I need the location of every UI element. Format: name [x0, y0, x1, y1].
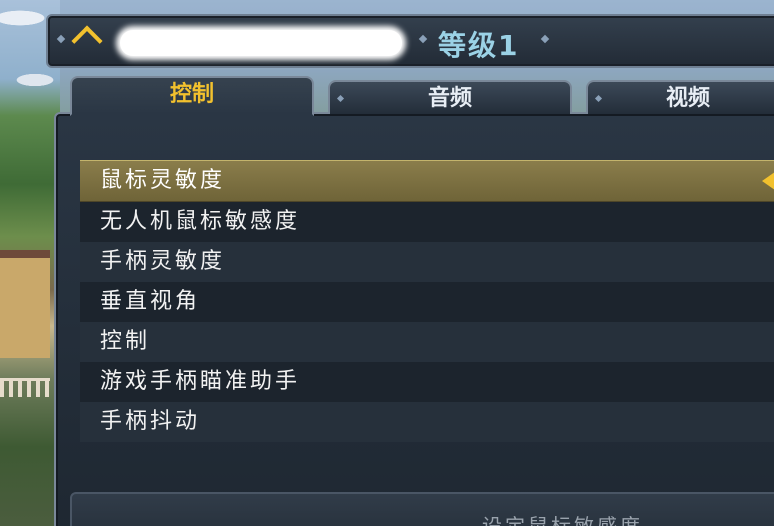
username-redacted — [120, 30, 402, 56]
tab-audio-label: 音频 — [427, 86, 472, 111]
selected-arrow-icon — [762, 167, 774, 195]
setting-gamepad-aim-assist[interactable]: 游戏手柄瞄准助手 — [80, 362, 774, 402]
tab-video[interactable]: 视频 — [586, 80, 774, 114]
header-right-dot-icon — [540, 34, 550, 44]
setting-drone-mouse-sensitivity[interactable]: 无人机鼠标敏感度 — [80, 202, 774, 242]
player-level: 等级1 — [438, 29, 520, 62]
setting-description: 设定鼠标敏感度 — [482, 514, 643, 526]
setting-gamepad-sensitivity[interactable]: 手柄灵敏度 — [80, 242, 774, 282]
tab-video-dot-icon — [594, 94, 603, 103]
setting-label: 手柄抖动 — [100, 409, 201, 434]
header-mid-dot-icon — [418, 34, 428, 44]
setting-label: 无人机鼠标敏感度 — [100, 209, 301, 234]
collapse-chevron-icon[interactable] — [71, 25, 103, 57]
setting-mouse-sensitivity[interactable]: 鼠标灵敏度 — [80, 160, 774, 202]
tab-audio-dot-icon — [336, 94, 345, 103]
tab-controls[interactable]: 控制 — [70, 76, 314, 116]
tab-controls-label: 控制 — [169, 82, 214, 107]
setting-label: 游戏手柄瞄准助手 — [100, 369, 301, 394]
setting-label: 垂直视角 — [100, 289, 201, 314]
player-header-bar: 等级1 — [46, 14, 774, 68]
settings-list: 鼠标灵敏度 无人机鼠标敏感度 手柄灵敏度 垂直视角 控制 游戏手柄瞄准助手 手柄… — [80, 160, 774, 442]
tab-audio[interactable]: 音频 — [328, 80, 572, 114]
background-scenery — [0, 0, 60, 526]
setting-label: 鼠标灵敏度 — [100, 168, 226, 193]
background-house — [0, 250, 50, 358]
setting-label: 控制 — [100, 329, 151, 354]
setting-gamepad-rumble[interactable]: 手柄抖动 — [80, 402, 774, 442]
header-left-dot-icon — [56, 34, 66, 44]
tab-video-label: 视频 — [665, 86, 710, 111]
setting-label: 手柄灵敏度 — [100, 249, 226, 274]
setting-controls[interactable]: 控制 — [80, 322, 774, 362]
background-fence — [0, 378, 50, 397]
setting-vertical-view[interactable]: 垂直视角 — [80, 282, 774, 322]
setting-description-box: 设定鼠标敏感度 — [70, 492, 774, 526]
